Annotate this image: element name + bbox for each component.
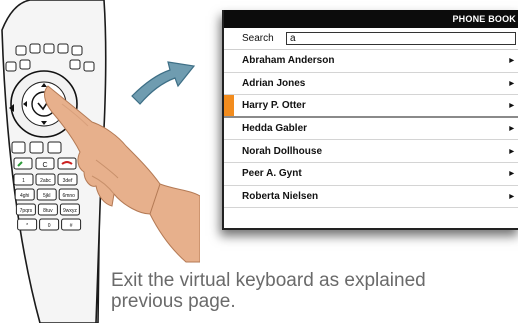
arrow-icon	[131, 61, 196, 105]
instruction-caption: Exit the virtual keyboard as explained p…	[111, 270, 518, 312]
keypad-key-label: 8tuv	[43, 208, 53, 214]
caption-line-2: previous page.	[111, 291, 236, 312]
phonebook-title: PHONE BOOK	[452, 14, 516, 24]
chevron-right-icon: ▶	[509, 58, 514, 65]
search-label: Search	[242, 33, 274, 44]
chevron-right-icon: ▶	[509, 193, 514, 200]
caption-line-1: Exit the virtual keyboard as explained	[111, 270, 426, 291]
phonebook-header: PHONE BOOK	[224, 10, 518, 28]
chevron-right-icon: ▶	[509, 148, 514, 155]
contact-row[interactable]: Hedda Gabler ▶	[224, 118, 518, 141]
keypad-key-label: 2abc	[40, 178, 51, 184]
phonebook-panel: PHONE BOOK Search a Abraham Anderson ▶ Adr…	[222, 10, 518, 230]
contact-name: Norah Dollhouse	[242, 145, 323, 157]
keypad-key-label: 5jkl	[43, 193, 51, 199]
keypad-key-label: #	[70, 223, 73, 229]
contact-row[interactable]: Roberta Nielsen ▶	[224, 186, 518, 209]
keypad-key-label: 4ghi	[20, 193, 29, 199]
keypad-key-label: 3def	[63, 178, 73, 184]
keypad-key-label: 9wxyz	[63, 208, 77, 214]
selection-marker	[224, 95, 234, 116]
svg-text:C: C	[42, 162, 47, 169]
contact-row[interactable]: Abraham Anderson ▶	[224, 50, 518, 73]
keypad-key-label: 7pqrs	[20, 208, 33, 214]
contact-name: Harry P. Otter	[242, 99, 306, 111]
search-input[interactable]: a	[286, 32, 516, 45]
chevron-right-icon: ▶	[509, 102, 514, 109]
contact-name: Roberta Nielsen	[242, 190, 319, 202]
contact-name: Peer A. Gynt	[242, 168, 302, 180]
keypad-key-label: 0	[48, 223, 51, 229]
keypad-key-label: 6mno	[62, 193, 75, 199]
search-row: Search a	[224, 28, 518, 50]
contact-row[interactable]: Peer A. Gynt ▶	[224, 163, 518, 186]
contact-name: Hedda Gabler	[242, 123, 308, 135]
contact-row[interactable]: Harry P. Otter ▶	[224, 95, 518, 118]
contact-name: Adrian Jones	[242, 77, 306, 89]
keypad-key-label: 1	[22, 178, 25, 184]
contact-row[interactable]: Adrian Jones ▶	[224, 73, 518, 96]
keypad-key-label: *	[26, 223, 28, 229]
contact-name: Abraham Anderson	[242, 55, 335, 67]
chevron-right-icon: ▶	[509, 171, 514, 178]
chevron-right-icon: ▶	[509, 126, 514, 133]
contact-row[interactable]: Norah Dollhouse ▶	[224, 140, 518, 163]
chevron-right-icon: ▶	[509, 80, 514, 87]
contact-list: Abraham Anderson ▶ Adrian Jones ▶ Harry P. O…	[224, 50, 518, 209]
